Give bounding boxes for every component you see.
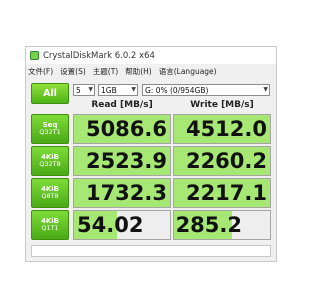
read-value: 5086.6: [85, 117, 167, 141]
read-result: 5086.6: [73, 114, 171, 144]
test-label-line2: Q32T1: [39, 128, 61, 137]
write-result: 4512.0: [173, 114, 271, 144]
app-window: CrystalDiskMark 6.0.2 x64 文件(F) 设置(S) 主题…: [25, 46, 277, 262]
drive-select[interactable]: G: 0% (0/954GB) ▼: [142, 84, 270, 96]
read-result: 1732.3: [73, 178, 171, 208]
chevron-down-icon: ▼: [263, 86, 268, 93]
test-count-value: 5: [76, 85, 81, 95]
run-all-button[interactable]: All: [31, 83, 69, 104]
test-label-line2: Q1T1: [41, 224, 59, 233]
write-value: 2260.2: [185, 149, 267, 173]
read-value: 54.02: [77, 213, 144, 237]
drive-value: G: 0% (0/954GB): [145, 85, 209, 95]
read-value: 1732.3: [85, 181, 167, 205]
menu-help[interactable]: 帮助(H): [125, 66, 152, 77]
write-value: 2217.1: [185, 181, 267, 205]
write-result: 2260.2: [173, 146, 271, 176]
test-label-line2: Q8T8: [41, 192, 59, 201]
test-button-4kib-q8t8[interactable]: 4KiB Q8T8: [31, 178, 69, 208]
write-result: 2217.1: [173, 178, 271, 208]
window-title: CrystalDiskMark 6.0.2 x64: [43, 50, 155, 61]
read-result: 54.02: [73, 210, 171, 240]
test-button-4kib-q32t8[interactable]: 4KiB Q32T8: [31, 146, 69, 176]
menu-theme[interactable]: 主题(T): [93, 66, 118, 77]
chevron-down-icon: ▼: [88, 86, 93, 93]
test-size-select[interactable]: 1GB ▼: [98, 84, 138, 96]
test-button-seq-q32t1[interactable]: Seq Q32T1: [31, 114, 69, 144]
write-header: Write [MB/s]: [190, 99, 254, 110]
menu-bar: 文件(F) 设置(S) 主题(T) 帮助(H) 语言(Language): [26, 64, 276, 78]
read-value: 2523.9: [85, 149, 167, 173]
menu-language[interactable]: 语言(Language): [159, 66, 217, 77]
menu-settings[interactable]: 设置(S): [60, 66, 86, 77]
test-button-4kib-q1t1[interactable]: 4KiB Q1T1: [31, 210, 69, 240]
write-result: 285.2: [173, 210, 271, 240]
write-value: 285.2: [175, 213, 242, 237]
status-bar: [31, 245, 271, 257]
test-count-select[interactable]: 5 ▼: [73, 84, 95, 96]
chevron-down-icon: ▼: [131, 86, 136, 93]
test-size-value: 1GB: [101, 85, 117, 95]
app-icon: [30, 51, 39, 60]
test-label-line2: Q32T8: [39, 160, 61, 169]
title-bar: CrystalDiskMark 6.0.2 x64: [26, 47, 276, 64]
write-value: 4512.0: [185, 117, 267, 141]
menu-file[interactable]: 文件(F): [28, 66, 53, 77]
read-header: Read [MB/s]: [91, 99, 153, 110]
read-result: 2523.9: [73, 146, 171, 176]
